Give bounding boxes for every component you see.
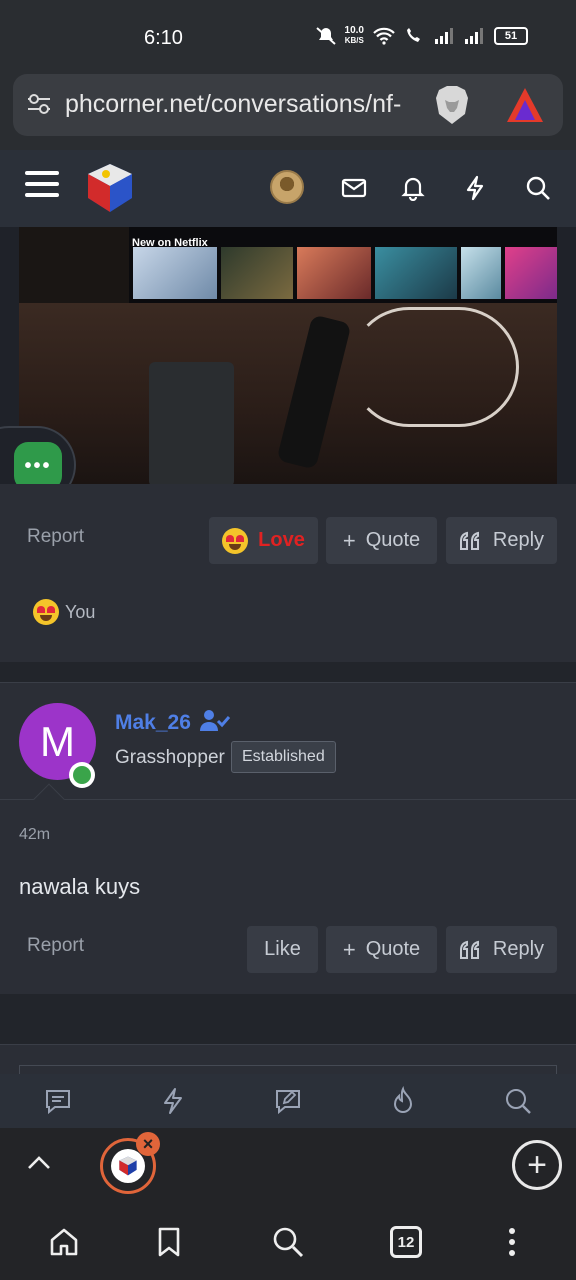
mute-icon [315, 27, 336, 45]
chat-bubble-button[interactable]: ••• [14, 442, 62, 490]
brave-shields-icon[interactable] [433, 84, 471, 126]
user-badge: Established [231, 741, 336, 773]
plus-icon: + [342, 936, 356, 962]
wifi-call-icon [407, 28, 420, 42]
whats-new-icon[interactable] [158, 1086, 188, 1116]
status-icons: 10.0 KB/S 51 [315, 26, 528, 46]
attached-image[interactable]: New on Netflix [19, 227, 557, 484]
signal-2-icon [465, 28, 483, 44]
site-bottom-nav [0, 1074, 576, 1128]
inbox-icon[interactable] [338, 172, 370, 204]
url-text[interactable]: phcorner.net/conversations/nf- [65, 90, 425, 119]
quote-marks-icon [459, 940, 479, 959]
signal-1-icon [435, 28, 453, 44]
online-status-icon [69, 762, 95, 788]
quote-button[interactable]: + Quote [326, 926, 437, 973]
whats-new-icon[interactable] [459, 172, 491, 204]
bookmark-icon[interactable] [151, 1224, 187, 1260]
battery-icon: 51 [494, 27, 528, 45]
heart-eyes-icon [222, 527, 249, 554]
more-menu-icon[interactable] [494, 1224, 530, 1260]
browser-toolbar: phcorner.net/conversations/nf- [0, 74, 576, 150]
site-favicon [119, 1156, 137, 1176]
reply-button[interactable]: Reply [446, 517, 557, 564]
search-icon[interactable] [270, 1224, 306, 1260]
menu-icon[interactable] [25, 171, 59, 201]
heart-eyes-icon [33, 599, 59, 625]
status-time: 6:10 [144, 27, 183, 49]
love-button[interactable]: Love [209, 517, 318, 564]
tabs-counter[interactable]: 12 [388, 1224, 424, 1260]
post-thread-icon[interactable] [273, 1086, 303, 1116]
post-body: 42m nawala kuys Report Like + Quote Repl… [0, 783, 576, 994]
report-link[interactable]: Report [27, 526, 84, 548]
bell-icon[interactable] [397, 172, 429, 204]
search-icon[interactable] [503, 1086, 533, 1116]
plus-icon: + [342, 527, 356, 553]
verified-user-icon [200, 710, 230, 731]
brave-rewards-icon[interactable] [505, 86, 545, 124]
quote-button[interactable]: + Quote [326, 517, 437, 564]
like-button[interactable]: Like [247, 926, 318, 973]
status-bar: 6:10 10.0 KB/S 51 [0, 0, 576, 74]
address-bar[interactable]: phcorner.net/conversations/nf- [13, 74, 563, 136]
site-settings-icon[interactable] [25, 90, 53, 118]
site-header [0, 150, 576, 227]
message-text: nawala kuys [19, 874, 141, 899]
reactions-summary[interactable]: You [33, 599, 95, 625]
account-avatar[interactable] [270, 170, 304, 204]
network-speed: 10.0 KB/S [344, 25, 364, 46]
reply-button[interactable]: Reply [446, 926, 557, 973]
quote-marks-icon [459, 531, 479, 550]
report-link[interactable]: Report [27, 935, 84, 957]
new-tab-button[interactable]: + [512, 1140, 562, 1190]
home-icon[interactable] [46, 1224, 82, 1260]
tv-caption: New on Netflix [132, 237, 208, 249]
close-tab-icon[interactable]: × [136, 1132, 160, 1156]
site-logo[interactable] [82, 160, 138, 216]
wifi-icon [373, 27, 395, 45]
post-author: M Mak_26 Grasshopper Established [0, 682, 576, 799]
forums-icon[interactable] [43, 1086, 73, 1116]
username-link[interactable]: Mak_26 [115, 711, 191, 735]
search-icon[interactable] [522, 172, 554, 204]
trending-fire-icon[interactable] [388, 1086, 418, 1116]
user-title: Grasshopper [115, 747, 225, 768]
post-time[interactable]: 42m [19, 826, 50, 844]
post-footer: Report Love + Quote Reply You [0, 484, 576, 662]
chevron-up-icon[interactable] [24, 1148, 54, 1178]
browser-bottom-bar: × + 12 [0, 1128, 576, 1280]
